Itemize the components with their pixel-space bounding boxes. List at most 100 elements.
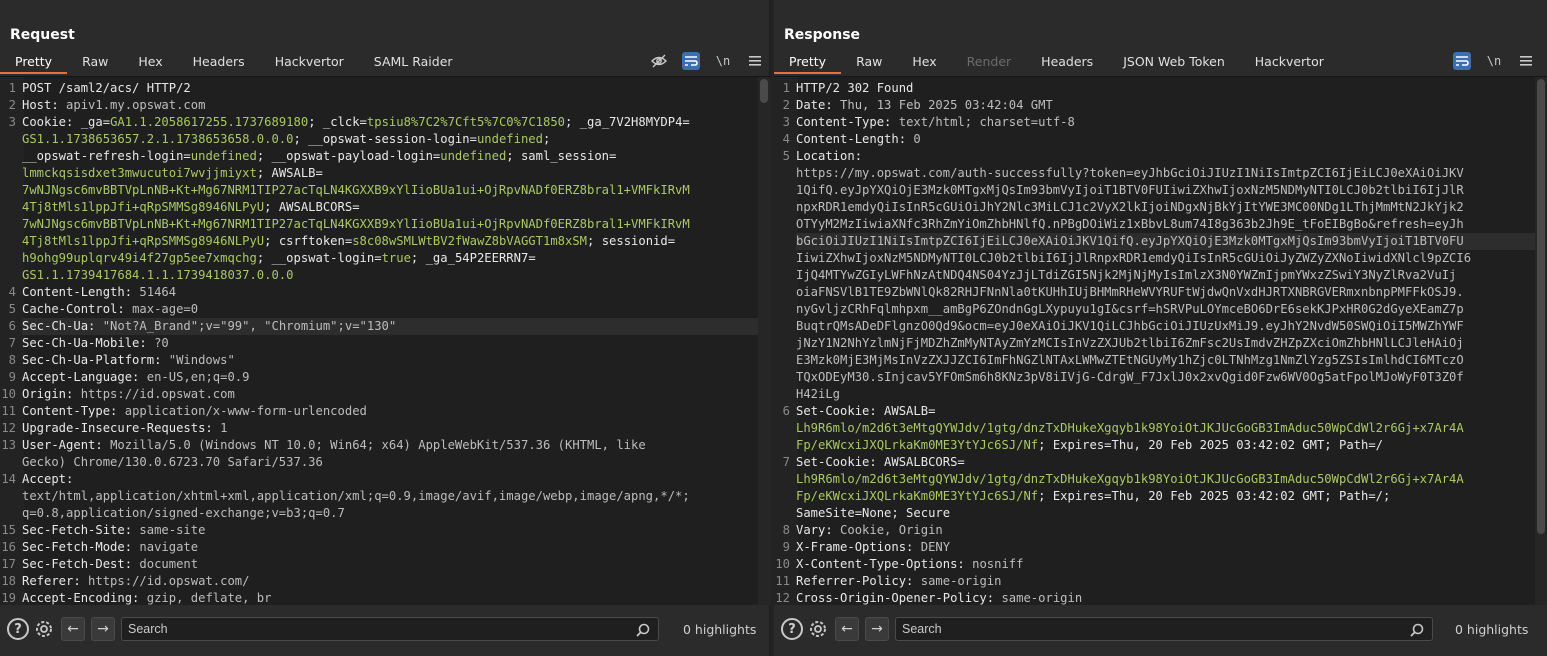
wrap-icon[interactable] bbox=[1453, 52, 1471, 70]
code-line: 3 Content-Type: text/html; charset=utf-8 bbox=[774, 114, 1535, 131]
tab-hex[interactable]: Hex bbox=[123, 52, 177, 74]
settings-gear-icon[interactable] bbox=[807, 618, 829, 640]
header-value: Gecko) Chrome/130.0.6723.70 Safari/537.3… bbox=[22, 455, 323, 469]
line-text: Content-Type: text/html; charset=utf-8 bbox=[796, 114, 1535, 131]
next-arrow-icon[interactable]: → bbox=[91, 617, 115, 641]
line-text: Content-Type: application/x-www-form-url… bbox=[22, 403, 758, 420]
header-text: Content-Length: bbox=[796, 132, 914, 146]
code-line: 16 Sec-Fetch-Mode: navigate bbox=[0, 539, 758, 556]
highlights-count: 0 highlights bbox=[1455, 621, 1529, 637]
code-line: GS1.1.1738653657.2.1.1738653658.0.0.0; _… bbox=[0, 131, 758, 148]
header-value: same-site bbox=[139, 523, 206, 537]
line-number: 6 bbox=[782, 404, 790, 418]
scrollbar-thumb[interactable] bbox=[1537, 79, 1545, 534]
header-text: Sec-Fetch-Site: bbox=[22, 523, 140, 537]
header-value: Cookie, Origin bbox=[840, 523, 943, 537]
tab-render[interactable]: Render bbox=[952, 52, 1027, 74]
header-text: POST /saml2/acs/ HTTP/2 bbox=[22, 81, 191, 95]
cookie-value: Lh9R6mlo/m2d6t3eMtgQYWJdv/1gtg/dnzTxDHuk… bbox=[796, 421, 1464, 435]
header-value: application/x-www-form-urlencoded bbox=[124, 404, 367, 418]
header-text: User-Agent: bbox=[22, 438, 111, 452]
header-value: ?0 bbox=[154, 336, 169, 350]
code-line: https://my.opswat.com/auth-successfully?… bbox=[774, 165, 1535, 182]
header-value: same-origin bbox=[920, 574, 1002, 588]
line-text: __opswat-refresh-login=undefined; __opsw… bbox=[22, 148, 758, 165]
tab-headers[interactable]: Headers bbox=[178, 52, 260, 74]
line-number: 2 bbox=[782, 98, 790, 112]
previous-arrow-icon[interactable]: ← bbox=[835, 617, 859, 641]
tab-hackvertor[interactable]: Hackvertor bbox=[260, 52, 359, 74]
line-text: Sec-Fetch-Site: same-site bbox=[22, 522, 758, 539]
tab-hex[interactable]: Hex bbox=[897, 52, 951, 74]
line-number bbox=[774, 318, 796, 335]
header-text: Sec-Ch-Ua: bbox=[22, 319, 103, 333]
cookie-value: s8c08wSMLWtBV2fWawZ8bVAGGT1m8xSM bbox=[352, 234, 588, 248]
header-text: ; AWSALB= bbox=[256, 166, 323, 180]
code-line: Lh9R6mlo/m2d6t3eMtgQYWJdv/1gtg/dnzTxDHuk… bbox=[774, 471, 1535, 488]
scrollbar-thumb[interactable] bbox=[760, 79, 768, 103]
eye-off-icon[interactable] bbox=[650, 52, 668, 70]
line-text: SameSite=None; Secure bbox=[796, 505, 1535, 522]
line-number: 10 bbox=[1, 387, 16, 401]
line-text: bGciOiJIUzI1NiIsImtpZCI6IjEiLCJ0eXAiOiJK… bbox=[796, 233, 1535, 250]
code-line: 14 Accept: bbox=[0, 471, 758, 488]
line-number: 6 bbox=[8, 319, 16, 333]
code-line: 11 Referrer-Policy: same-origin bbox=[774, 573, 1535, 590]
line-number: 12 bbox=[1, 421, 16, 435]
tab-raw[interactable]: Raw bbox=[841, 52, 897, 74]
request-editor[interactable]: 1 POST /saml2/acs/ HTTP/2 2 Host: apiv1.my.… bbox=[0, 76, 770, 605]
response-search-input[interactable] bbox=[902, 622, 1408, 636]
tab-headers[interactable]: Headers bbox=[1026, 52, 1108, 74]
request-search-input[interactable] bbox=[128, 622, 634, 636]
line-number bbox=[0, 165, 22, 182]
line-text: IiwiZXhwIjoxNzM5NDMyNTI0LCJ0b2tlbiI6IjJl… bbox=[796, 250, 1535, 267]
search-icon[interactable] bbox=[1410, 622, 1424, 641]
next-arrow-icon[interactable]: → bbox=[865, 617, 889, 641]
line-number: 1 bbox=[8, 81, 16, 95]
tab-pretty[interactable]: Pretty bbox=[0, 52, 68, 74]
header-text: X-Frame-Options: bbox=[796, 540, 921, 554]
request-pane: Request Pretty Raw Hex Headers Hackvertor SAM… bbox=[0, 0, 770, 656]
wrap-icon[interactable] bbox=[682, 52, 700, 70]
previous-arrow-icon[interactable]: ← bbox=[61, 617, 85, 641]
tab-saml-raider[interactable]: SAML Raider bbox=[359, 52, 468, 74]
tab-hackvertor[interactable]: Hackvertor bbox=[1240, 52, 1339, 74]
code-line: 15 Sec-Fetch-Site: same-site bbox=[0, 522, 758, 539]
settings-gear-icon[interactable] bbox=[33, 618, 55, 640]
header-text: Accept: bbox=[22, 472, 74, 486]
request-tabs: Pretty Raw Hex Headers Hackvertor SAML Raider bbox=[0, 52, 468, 74]
header-value: Thu, 13 Feb 2025 03:42:04 GMT bbox=[840, 98, 1053, 112]
newline-toggle[interactable]: \n bbox=[1485, 52, 1503, 70]
line-text: Origin: https://id.opswat.com bbox=[22, 386, 758, 403]
line-text: Host: apiv1.my.opswat.com bbox=[22, 97, 758, 114]
newline-toggle[interactable]: \n bbox=[714, 52, 732, 70]
hamburger-icon[interactable] bbox=[746, 52, 764, 70]
line-number: 15 bbox=[1, 523, 16, 537]
header-value: TQxODEyM30.sInjcav5YFOmSm6h8KNz3pV8iIVjG… bbox=[796, 370, 1464, 384]
search-icon[interactable] bbox=[636, 622, 650, 641]
response-scrollbar[interactable] bbox=[1535, 77, 1547, 605]
request-scrollbar[interactable] bbox=[758, 77, 770, 605]
header-text: ; sessionid= bbox=[587, 234, 676, 248]
line-number: 4 bbox=[8, 285, 16, 299]
tab-pretty[interactable]: Pretty bbox=[774, 52, 842, 74]
response-editor[interactable]: 1 HTTP/2 302 Found 2 Date: Thu, 13 Feb 2025… bbox=[774, 76, 1547, 605]
line-number: 5 bbox=[782, 149, 790, 163]
code-line: Fp/eKWcxiJXQLrkaKm0ME3YtYJc6SJ/Nf; Expir… bbox=[774, 437, 1535, 454]
line-text: Cache-Control: max-age=0 bbox=[22, 301, 758, 318]
header-text: Cache-Control: bbox=[22, 302, 133, 316]
tab-json-web-token[interactable]: JSON Web Token bbox=[1108, 52, 1240, 74]
line-text: Accept: bbox=[22, 471, 758, 488]
hamburger-icon[interactable] bbox=[1517, 52, 1535, 70]
code-line: 7 Sec-Ch-Ua-Mobile: ?0 bbox=[0, 335, 758, 352]
tab-raw[interactable]: Raw bbox=[67, 52, 123, 74]
code-line: 3 Cookie: _ga=GA1.1.2058617255.1737689180… bbox=[0, 114, 758, 131]
line-number bbox=[774, 386, 796, 403]
header-value: https://id.opswat.com/ bbox=[88, 574, 250, 588]
header-text: ; _clck= bbox=[308, 115, 367, 129]
help-icon[interactable]: ? bbox=[7, 618, 29, 640]
code-line: 4Tj8tMls1lppJfi+qRpSMMSg8946NLPyU; AWSAL… bbox=[0, 199, 758, 216]
code-line: 10 X-Content-Type-Options: nosniff bbox=[774, 556, 1535, 573]
header-text: HTTP/2 302 Found bbox=[796, 81, 914, 95]
help-icon[interactable]: ? bbox=[781, 618, 803, 640]
